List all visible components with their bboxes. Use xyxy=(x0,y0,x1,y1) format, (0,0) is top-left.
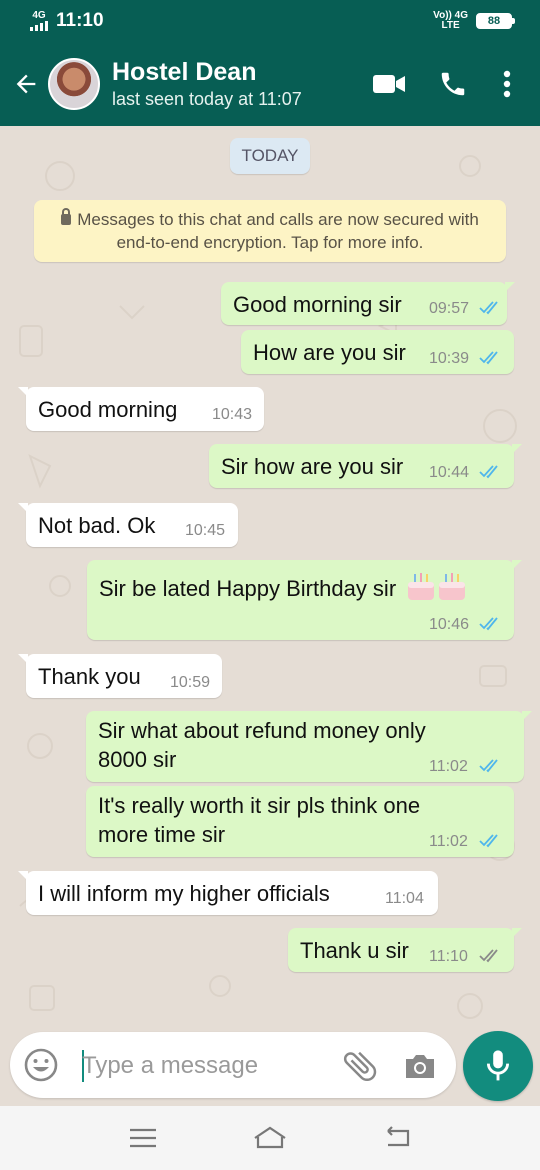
last-seen: last seen today at 11:07 xyxy=(112,89,302,109)
message-out[interactable]: Good morning sir 09:57 xyxy=(221,282,515,325)
back-nav-icon[interactable] xyxy=(373,1118,421,1158)
message-in[interactable]: Thank you 10:59 xyxy=(18,654,222,698)
volte-indicator: Vo)) 4G LTE xyxy=(433,11,468,31)
message-time: 09:57 xyxy=(429,300,470,317)
status-left: 4G 11:10 xyxy=(30,10,104,32)
read-tick-icon xyxy=(479,759,498,773)
lte-label: LTE xyxy=(441,20,460,31)
message-in[interactable]: I will inform my higher officials 11:04 xyxy=(18,871,438,915)
message-text: Good morning xyxy=(38,397,178,422)
status-bar: 4G 11:10 Vo)) 4G LTE 88 xyxy=(0,0,540,42)
message-text: Sir how are you sir xyxy=(221,454,404,479)
message-time: 11:02 xyxy=(429,758,468,775)
message-text: Good morning sir xyxy=(233,292,402,317)
message-out[interactable]: Sir how are you sir 10:44 xyxy=(209,444,522,488)
message-text: Sir be lated Happy Birthday sir xyxy=(99,570,468,603)
message-line-1: It's really worth it sir pls think one xyxy=(98,793,421,818)
video-call-icon[interactable] xyxy=(364,59,414,109)
read-tick-icon xyxy=(479,617,498,631)
menu-nav-icon[interactable] xyxy=(119,1118,167,1158)
message-out[interactable]: Sir what about refund money only 8000 si… xyxy=(86,711,532,782)
message-time: 10:44 xyxy=(429,464,470,481)
chat-area[interactable]: TODAY Messages to this chat and calls ar… xyxy=(0,126,540,1030)
message-in[interactable]: Good morning 10:43 xyxy=(18,387,264,431)
mic-button[interactable] xyxy=(463,1031,533,1101)
network-type: 4G xyxy=(32,10,46,21)
phone-icon[interactable] xyxy=(428,59,478,109)
message-text: Thank you xyxy=(38,664,141,689)
lock-icon xyxy=(61,208,72,225)
network-indicator: 4G xyxy=(30,11,48,31)
battery-icon: 88 xyxy=(476,13,515,29)
message-time: 11:02 xyxy=(429,833,468,850)
message-text: How are you sir xyxy=(253,340,406,365)
more-vert-icon[interactable] xyxy=(492,59,522,109)
contact-name: Hostel Dean xyxy=(112,58,257,86)
message-time: 10:39 xyxy=(429,350,470,367)
encryption-notice[interactable]: Messages to this chat and calls are now … xyxy=(34,200,506,262)
message-composer xyxy=(10,1032,456,1098)
home-nav-icon[interactable] xyxy=(246,1118,294,1158)
message-line-1: Sir what about refund money only xyxy=(98,718,426,743)
back-arrow-icon[interactable] xyxy=(4,62,48,106)
message-time: 10:46 xyxy=(429,616,470,633)
read-tick-icon xyxy=(479,301,498,315)
read-tick-icon xyxy=(479,351,498,365)
message-text: Thank u sir xyxy=(300,938,409,963)
cake-emoji-icon xyxy=(408,573,466,600)
message-out[interactable]: It's really worth it sir pls think one m… xyxy=(86,786,514,857)
message-time: 11:10 xyxy=(429,948,468,965)
message-text: Not bad. Ok xyxy=(38,513,156,538)
battery-level: 88 xyxy=(487,15,501,27)
message-input[interactable] xyxy=(82,1048,322,1084)
read-tick-icon xyxy=(479,465,498,479)
mic-icon xyxy=(486,1050,510,1081)
message-time: 11:04 xyxy=(385,890,424,907)
message-text-content: Sir be lated Happy Birthday sir xyxy=(99,576,397,601)
encryption-text: Messages to this chat and calls are now … xyxy=(77,210,479,252)
message-text: It's really worth it sir pls think one m… xyxy=(98,791,420,849)
date-chip: TODAY xyxy=(230,138,310,174)
clock: 11:10 xyxy=(56,10,104,31)
message-line-2: 8000 sir xyxy=(98,747,177,772)
avatar[interactable] xyxy=(48,58,100,110)
message-time: 10:45 xyxy=(185,522,226,539)
message-in[interactable]: Not bad. Ok 10:45 xyxy=(18,503,238,547)
delivered-tick-icon xyxy=(479,949,498,963)
message-out[interactable]: How are you sir 10:39 xyxy=(241,330,514,374)
status-right: Vo)) 4G LTE 88 xyxy=(433,11,515,31)
message-time: 10:59 xyxy=(170,674,211,691)
message-line-2: more time sir xyxy=(98,822,226,847)
chat-header: Hostel Dean last seen today at 11:07 xyxy=(0,42,540,126)
message-time: 10:43 xyxy=(212,406,253,423)
camera-icon[interactable] xyxy=(400,1046,440,1086)
contact-info[interactable]: Hostel Dean last seen today at 11:07 xyxy=(112,57,364,111)
emoji-icon[interactable] xyxy=(22,1046,60,1084)
system-nav-bar xyxy=(0,1106,540,1170)
read-tick-icon xyxy=(479,834,498,848)
message-out[interactable]: Thank u sir 11:10 xyxy=(288,928,522,972)
message-text: I will inform my higher officials xyxy=(38,881,330,906)
attachment-icon[interactable] xyxy=(340,1046,380,1086)
message-text: Sir what about refund money only 8000 si… xyxy=(98,716,426,774)
message-out[interactable]: Sir be lated Happy Birthday sir 10:46 xyxy=(87,560,522,640)
signal-icon xyxy=(30,21,48,31)
